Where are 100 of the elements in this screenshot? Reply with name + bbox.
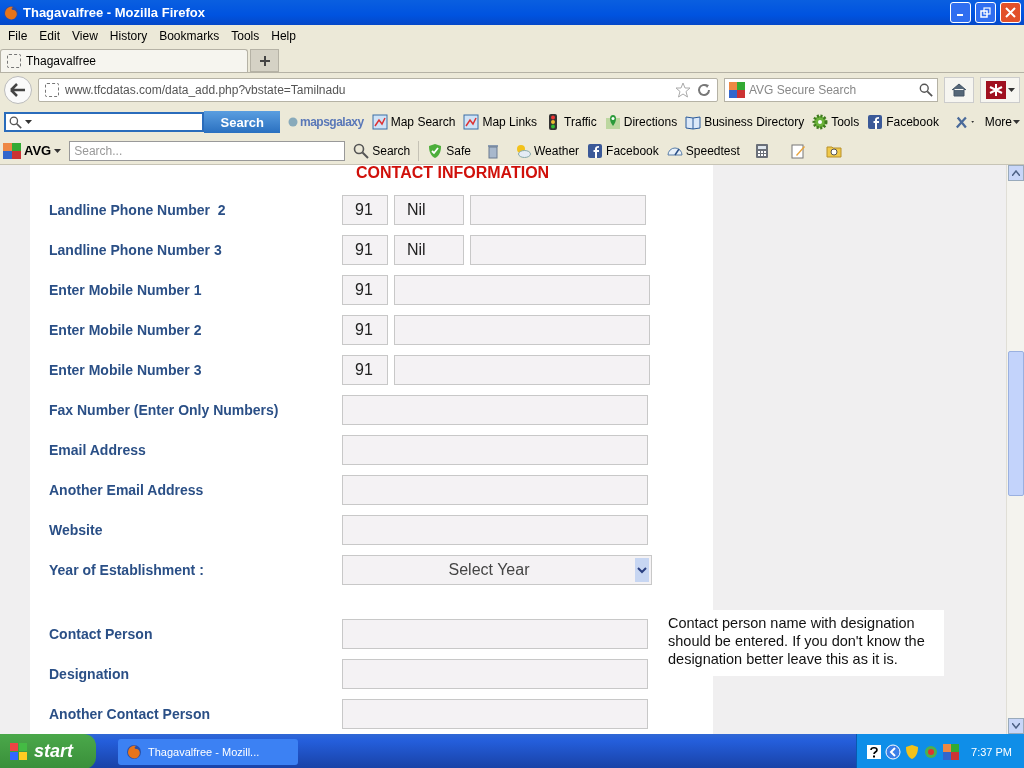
book-icon: [685, 114, 702, 130]
search-icon: [919, 83, 933, 97]
caret-icon: [25, 120, 32, 124]
toolbar-link[interactable]: Business Directory: [685, 114, 805, 130]
text-field[interactable]: [342, 619, 648, 649]
text-field[interactable]: [342, 515, 648, 545]
toolbar-link[interactable]: Speedtest: [666, 142, 740, 159]
text-field[interactable]: [342, 659, 648, 689]
restore-button[interactable]: [975, 2, 996, 23]
text-field[interactable]: 91: [342, 235, 388, 265]
text-field[interactable]: [342, 435, 648, 465]
shield-icon: [427, 142, 444, 159]
menu-item[interactable]: Help: [265, 29, 302, 43]
tools-icon[interactable]: [954, 114, 977, 130]
gear-icon: [812, 114, 829, 130]
facebook-icon: [587, 142, 604, 159]
search-icon: [353, 142, 370, 159]
toolbar-link[interactable]: Map Search: [371, 114, 456, 130]
text-field[interactable]: [394, 355, 650, 385]
home-icon: [951, 83, 967, 97]
plus-icon: [258, 54, 271, 67]
scrollbar[interactable]: [1006, 165, 1024, 734]
field-label: Another Email Address: [48, 482, 205, 498]
text-field[interactable]: 91: [342, 195, 388, 225]
windows-logo-icon: [10, 742, 28, 761]
caret-icon: [1007, 88, 1015, 92]
weather-icon: [514, 142, 531, 159]
map-icon: [463, 114, 480, 130]
field-label: Enter Mobile Number 1: [48, 282, 203, 298]
avg-menu[interactable]: AVG: [3, 142, 62, 159]
avg-tray-icon[interactable]: [943, 743, 960, 760]
field-label: Landline Phone Number 2: [48, 202, 227, 218]
clock: 7:37 PM: [971, 745, 1012, 758]
firefox-logo-icon: [126, 743, 142, 760]
window-title: Thagavalfree - Mozilla Firefox: [23, 5, 207, 20]
field-label: Fax Number (Enter Only Numbers): [48, 402, 280, 418]
menu-item[interactable]: Edit: [33, 29, 67, 43]
text-field[interactable]: [470, 235, 646, 265]
toolbar-link[interactable]: Safe: [427, 142, 471, 159]
avg-search-button[interactable]: Search: [353, 142, 411, 159]
map-pin-icon: [604, 114, 621, 130]
text-field[interactable]: 91: [342, 275, 388, 305]
home-button[interactable]: [944, 77, 974, 103]
menu-item[interactable]: History: [103, 29, 154, 43]
browser-tab[interactable]: Thagavalfree: [0, 49, 248, 72]
asterisk-icon: [985, 81, 1006, 99]
facebook-icon: [867, 114, 884, 130]
taskbar-button[interactable]: Thagavalfree - Mozill...: [118, 738, 298, 765]
search-button[interactable]: Search: [204, 111, 280, 133]
back-button[interactable]: [4, 76, 32, 104]
text-field[interactable]: [342, 699, 648, 729]
firefox-logo-icon: [3, 4, 19, 21]
reload-icon[interactable]: [697, 83, 711, 97]
text-field[interactable]: [470, 195, 646, 225]
toolbar-link[interactable]: Tools: [812, 114, 860, 130]
search-icon: [9, 115, 22, 129]
section-heading: CONTACT INFORMATION: [355, 165, 551, 183]
year-dropdown[interactable]: Select Year: [342, 555, 652, 585]
toolbar-search-field[interactable]: [4, 112, 205, 132]
map-icon: [371, 114, 388, 130]
field-label: Enter Mobile Number 2: [48, 322, 203, 338]
star-icon[interactable]: [675, 82, 691, 98]
text-field[interactable]: 91: [342, 355, 388, 385]
menu-item[interactable]: File: [2, 29, 34, 43]
mapsgalaxy-logo[interactable]: mapsgalaxy: [288, 115, 364, 129]
text-field[interactable]: [394, 275, 650, 305]
menu-item[interactable]: Tools: [225, 29, 266, 43]
caret-icon: [1013, 120, 1020, 124]
toolbar-link[interactable]: Weather: [514, 142, 580, 159]
network-tray-icon[interactable]: [923, 743, 940, 760]
menu-item[interactable]: Bookmarks: [153, 29, 226, 43]
toolbar-link[interactable]: Map Links: [463, 114, 538, 130]
notepad-icon: [789, 142, 806, 159]
scrollbar-thumb[interactable]: [1008, 351, 1024, 496]
more-menu[interactable]: More: [984, 115, 1020, 129]
text-field[interactable]: [342, 475, 648, 505]
chevron-icon[interactable]: [885, 743, 902, 760]
close-button[interactable]: [1000, 2, 1021, 23]
address-bar[interactable]: www.tfcdatas.com/data_add.php?vbstate=Tamilnadu: [38, 78, 718, 102]
text-field[interactable]: [342, 395, 648, 425]
text-field[interactable]: [394, 315, 650, 345]
avg-logo-icon: [729, 82, 745, 98]
field-label: Website: [48, 522, 104, 538]
toolbar-link[interactable]: Traffic: [545, 114, 597, 130]
menu-item[interactable]: View: [66, 29, 104, 43]
toolbar-link[interactable]: Directions: [604, 114, 678, 130]
shield-tray-icon[interactable]: [905, 743, 920, 760]
toolbar-link[interactable]: Facebook: [587, 142, 659, 159]
search-field[interactable]: AVG Secure Search: [724, 78, 938, 102]
new-tab-button[interactable]: [250, 49, 279, 72]
toolbar-link[interactable]: Facebook: [867, 114, 939, 130]
minimize-button[interactable]: [950, 2, 971, 23]
help-icon[interactable]: [867, 744, 882, 759]
text-field[interactable]: 91: [342, 315, 388, 345]
field-label: Email Address: [48, 442, 147, 458]
avg-logo-icon: [3, 142, 21, 159]
text-field[interactable]: Nil: [394, 235, 464, 265]
text-field[interactable]: Nil: [394, 195, 464, 225]
close-icon: [1005, 7, 1016, 18]
addon-button[interactable]: [980, 77, 1020, 103]
